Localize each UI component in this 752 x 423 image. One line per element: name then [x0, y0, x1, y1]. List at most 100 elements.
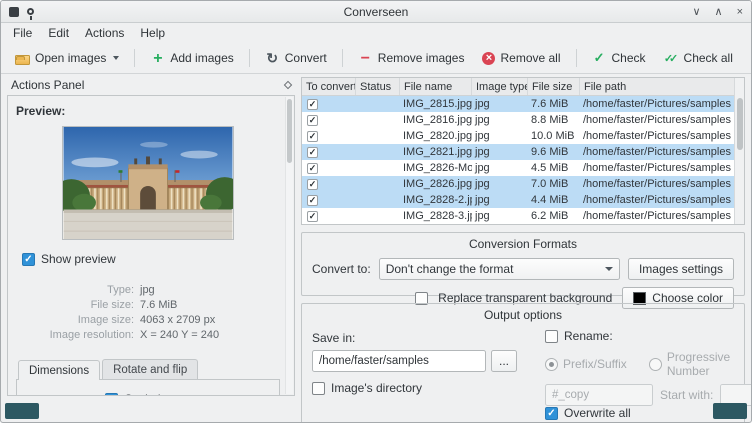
images-directory-checkbox[interactable]	[312, 382, 325, 395]
format-select[interactable]: Don't change the format	[379, 258, 620, 280]
row-checkbox[interactable]	[307, 115, 318, 126]
column-header[interactable]: File name	[400, 78, 472, 95]
cell-file-size: 7.6 MiB	[528, 96, 580, 112]
toolbar-button[interactable]: Check all	[656, 47, 741, 70]
table-row[interactable]: IMG_2826.jpg jpg 7.0 MiB /home/faster/Pi…	[302, 176, 734, 192]
menubar: FileEditActionsHelp	[1, 23, 751, 43]
cell-file-path: /home/faster/Pictures/samples	[580, 208, 734, 224]
titlebar-icons	[9, 7, 34, 17]
cell-image-type: jpg	[472, 176, 528, 192]
toolbar-button-label: Convert	[285, 51, 327, 65]
cell-file-name: IMG_2816.jpg	[400, 112, 472, 128]
panel-tab[interactable]: Dimensions	[18, 360, 100, 380]
chevron-down-icon[interactable]	[113, 56, 119, 60]
menu-item[interactable]: Help	[132, 24, 173, 42]
actions-panel-body: Preview:	[7, 95, 295, 396]
cell-file-path: /home/faster/Pictures/samples	[580, 176, 734, 192]
rename-checkbox[interactable]	[545, 330, 558, 343]
cell-file-path: /home/faster/Pictures/samples	[580, 96, 734, 112]
cell-image-type: jpg	[472, 96, 528, 112]
menu-item[interactable]: File	[5, 24, 40, 42]
browse-button[interactable]: ...	[491, 350, 517, 372]
overwrite-all-checkbox[interactable]	[545, 407, 558, 420]
column-header[interactable]: File size	[528, 78, 580, 95]
row-checkbox[interactable]	[307, 147, 318, 158]
row-checkbox[interactable]	[307, 99, 318, 110]
toolbar-button[interactable]: Open images	[7, 47, 127, 69]
actions-panel-title: Actions Panel	[11, 78, 84, 92]
prefix-suffix-radio[interactable]	[545, 358, 558, 371]
cell-image-type: jpg	[472, 144, 528, 160]
column-header[interactable]: File path	[580, 78, 734, 95]
table-row[interactable]: IMG_2828-2.jpg jpg 4.4 MiB /home/faster/…	[302, 192, 734, 208]
row-checkbox[interactable]	[307, 211, 318, 222]
row-checkbox[interactable]	[307, 131, 318, 142]
cell-file-name: IMG_2826-Mo...	[400, 160, 472, 176]
table-row[interactable]: IMG_2828-3.jpg jpg 6.2 MiB /home/faster/…	[302, 208, 734, 224]
rename-pattern-input[interactable]	[545, 384, 653, 406]
panel-tab[interactable]: Rotate and flip	[102, 359, 198, 379]
preview-image	[62, 126, 234, 240]
table-scrollbar[interactable]	[734, 78, 744, 224]
cell-image-type: jpg	[472, 192, 528, 208]
cell-file-path: /home/faster/Pictures/samples	[580, 160, 734, 176]
cell-status	[356, 96, 400, 112]
toolbar-button[interactable]: Check	[584, 47, 654, 70]
titlebar[interactable]: Converseen ∨∧×	[1, 1, 751, 23]
actions-panel-header[interactable]: Actions Panel	[7, 77, 295, 95]
cell-image-type: jpg	[472, 112, 528, 128]
progressive-number-radio[interactable]	[649, 358, 662, 371]
start-with-input[interactable]	[721, 385, 752, 405]
toolbar-button-label: Open images	[35, 51, 106, 65]
table-row[interactable]: IMG_2820.jpg jpg 10.0 MiB /home/faster/P…	[302, 128, 734, 144]
float-panel-icon[interactable]	[284, 81, 292, 89]
scale-image-checkbox[interactable]	[105, 393, 118, 397]
table-row[interactable]: IMG_2815.jpg jpg 7.6 MiB /home/faster/Pi…	[302, 96, 734, 112]
toolbar-button[interactable]: Remove all	[474, 47, 568, 69]
file-table-header: To convertStatusFile nameImage typeFile …	[302, 78, 734, 96]
table-row[interactable]: IMG_2826-Mo... jpg 4.5 MiB /home/faster/…	[302, 160, 734, 176]
toolbar-button[interactable]: Add images	[142, 47, 241, 70]
metadata-label: Type:	[16, 284, 134, 296]
column-header[interactable]: Status	[356, 78, 400, 95]
images-settings-button[interactable]: Images settings	[628, 258, 734, 280]
panel-scrollbar[interactable]	[285, 97, 293, 394]
format-select-value: Don't change the format	[386, 262, 599, 276]
convert-to-label: Convert to:	[312, 262, 371, 276]
app-icon	[9, 7, 19, 17]
close-icon[interactable]: ×	[737, 5, 743, 19]
table-row[interactable]: IMG_2821.jpg jpg 9.6 MiB /home/faster/Pi…	[302, 144, 734, 160]
metadata-label: Image size:	[16, 314, 134, 326]
table-row[interactable]: IMG_2816.jpg jpg 8.8 MiB /home/faster/Pi…	[302, 112, 734, 128]
minimize-icon[interactable]: ∨	[692, 5, 700, 19]
table-scrollbar-thumb[interactable]	[737, 98, 743, 150]
menu-item[interactable]: Actions	[77, 24, 132, 42]
row-checkbox[interactable]	[307, 163, 318, 174]
column-header[interactable]: To convert	[302, 78, 356, 95]
metadata-label: File size:	[16, 299, 134, 311]
panel-scrollbar-thumb[interactable]	[287, 99, 292, 163]
check-icon	[592, 51, 607, 66]
save-path-input[interactable]	[312, 350, 486, 372]
menu-item[interactable]: Edit	[40, 24, 77, 42]
cell-status	[356, 192, 400, 208]
column-header[interactable]: Image type	[472, 78, 528, 95]
chevron-down-icon	[605, 267, 613, 271]
cell-file-path: /home/faster/Pictures/samples	[580, 128, 734, 144]
convert-icon	[265, 51, 280, 66]
cell-status	[356, 208, 400, 224]
show-preview-checkbox[interactable]	[22, 253, 35, 266]
maximize-icon[interactable]: ∧	[715, 5, 723, 19]
cell-image-type: jpg	[472, 128, 528, 144]
converseen-window: Converseen ∨∧× FileEditActionsHelp Open …	[0, 0, 752, 423]
toolbar-button[interactable]: Remove images	[350, 47, 473, 70]
row-checkbox[interactable]	[307, 179, 318, 190]
toolbar-button[interactable]: Convert	[257, 47, 335, 70]
cell-file-path: /home/faster/Pictures/samples	[580, 144, 734, 160]
metadata-value: jpg	[140, 284, 280, 296]
cell-file-name: IMG_2828-3.jpg	[400, 208, 472, 224]
images-directory-label: Image's directory	[331, 381, 422, 395]
save-in-label: Save in:	[312, 331, 517, 345]
row-checkbox[interactable]	[307, 195, 318, 206]
cell-file-size: 9.6 MiB	[528, 144, 580, 160]
